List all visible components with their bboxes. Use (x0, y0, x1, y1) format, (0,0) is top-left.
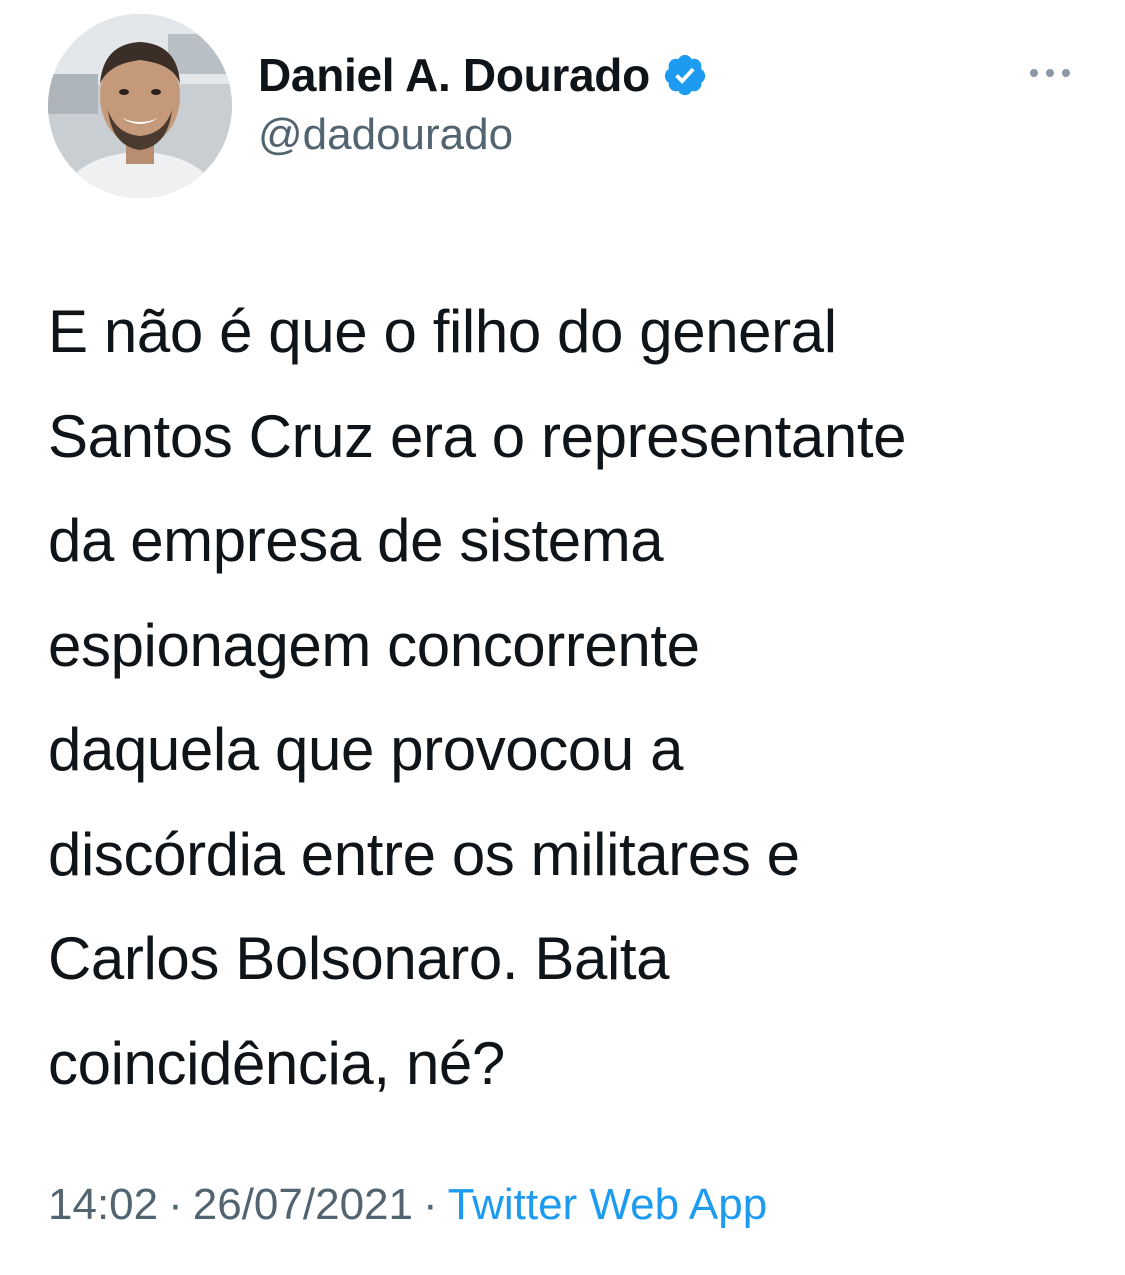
display-name[interactable]: Daniel A. Dourado (258, 48, 650, 102)
more-options-icon[interactable] (1026, 60, 1074, 86)
author-block: Daniel A. Dourado @dadourado (258, 44, 708, 160)
tweet-time[interactable]: 14:02 (48, 1180, 158, 1229)
name-row: Daniel A. Dourado (258, 44, 708, 106)
handle[interactable]: @dadourado (258, 110, 708, 160)
tweet-source-link[interactable]: Twitter Web App (448, 1180, 768, 1229)
avatar-photo (48, 14, 232, 198)
separator: · (422, 1180, 438, 1229)
separator: · (168, 1180, 183, 1229)
tweet: Daniel A. Dourado @dadourado E não é que… (0, 0, 1125, 1275)
avatar[interactable] (48, 14, 232, 198)
tweet-metadata: 14:02 · 26/07/2021 · Twitter Web App (48, 1180, 767, 1230)
tweet-date[interactable]: 26/07/2021 (193, 1180, 413, 1229)
tweet-text: E não é que o filho do general Santos Cr… (48, 298, 907, 1097)
verified-badge-icon (662, 52, 708, 98)
